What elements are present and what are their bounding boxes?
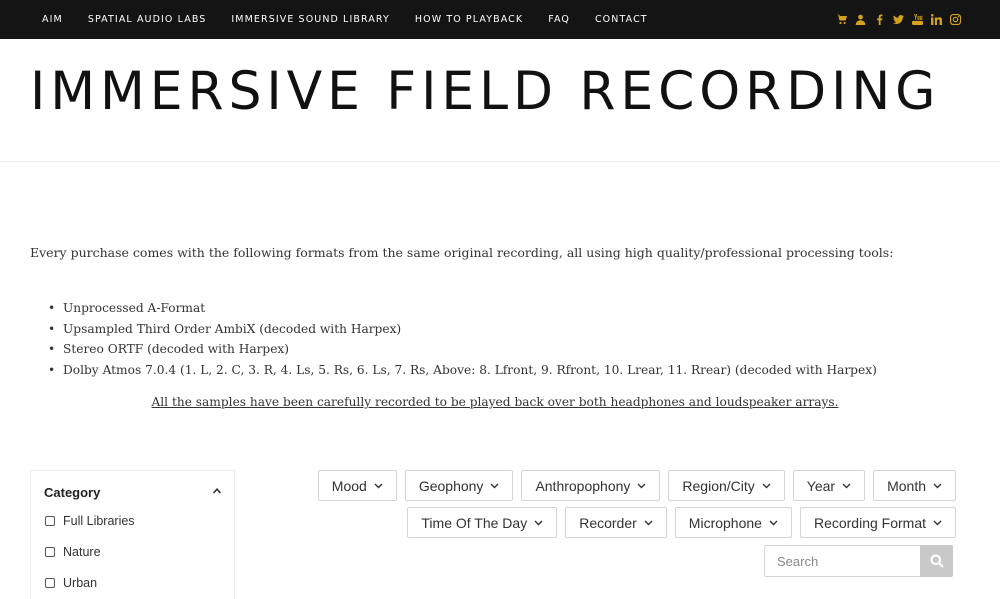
chevron-down-icon xyxy=(842,483,851,489)
site-title[interactable]: IMMERSIVE FIELD RECORDING xyxy=(30,61,952,122)
filter-label: Recorder xyxy=(579,514,637,531)
filter-year-dropdown[interactable]: Year xyxy=(792,470,866,501)
filter-geophony-dropdown[interactable]: Geophony xyxy=(404,470,514,501)
youtube-icon[interactable] xyxy=(911,13,924,26)
category-item-nature[interactable]: Nature xyxy=(45,545,101,559)
chevron-down-icon xyxy=(644,520,653,526)
checkbox[interactable] xyxy=(45,578,55,588)
chevron-down-icon xyxy=(490,483,499,489)
category-item-full-libraries[interactable]: Full Libraries xyxy=(45,514,135,528)
search-input[interactable] xyxy=(764,545,920,577)
filter-label: Anthropophony xyxy=(535,477,631,494)
filter-label: Mood xyxy=(331,477,367,494)
category-item-label: Nature xyxy=(63,545,101,559)
site-header: IMMERSIVE FIELD RECORDING xyxy=(0,39,1000,162)
nav-icons xyxy=(829,0,962,39)
category-item-label: Urban xyxy=(63,576,98,590)
twitter-icon[interactable] xyxy=(892,13,905,26)
filter-label: Month xyxy=(887,477,926,494)
chevron-down-icon xyxy=(637,483,646,489)
search-icon xyxy=(930,554,944,568)
chevron-down-icon xyxy=(933,483,942,489)
chevron-down-icon xyxy=(762,483,771,489)
linkedin-icon[interactable] xyxy=(930,13,943,26)
samples-note-link[interactable]: All the samples have been carefully reco… xyxy=(0,395,990,409)
filter-label: Geophony xyxy=(418,477,484,494)
nav-link-how-to-playback[interactable]: HOW TO PLAYBACK xyxy=(415,14,523,25)
filter-recorder-dropdown[interactable]: Recorder xyxy=(565,507,667,538)
checkbox[interactable] xyxy=(45,547,55,557)
category-item-urban[interactable]: Urban xyxy=(45,576,97,590)
filter-recording-format-dropdown[interactable]: Recording Format xyxy=(799,507,956,538)
top-nav-bar: AIM SPATIAL AUDIO LABS IMMERSIVE SOUND L… xyxy=(0,0,1000,39)
category-sidebar: Category Full Libraries Nature Urban xyxy=(30,470,235,599)
filter-label: Microphone xyxy=(688,514,762,531)
chevron-down-icon xyxy=(534,520,543,526)
filter-mood-dropdown[interactable]: Mood xyxy=(317,470,397,501)
search-box xyxy=(764,545,953,577)
filter-microphone-dropdown[interactable]: Microphone xyxy=(674,507,792,538)
filter-time-of-day-dropdown[interactable]: Time Of The Day xyxy=(407,507,558,538)
filter-label: Region/City xyxy=(682,477,755,494)
filter-anthropophony-dropdown[interactable]: Anthropophony xyxy=(521,470,661,501)
list-item: Unprocessed A-Format xyxy=(48,298,877,319)
filter-row-2: Time Of The Day Recorder Microphone Reco… xyxy=(399,507,956,538)
filter-label: Time Of The Day xyxy=(421,514,528,531)
category-title: Category xyxy=(44,484,101,500)
list-item: Upsampled Third Order AmbiX (decoded wit… xyxy=(48,319,877,340)
category-item-label: Full Libraries xyxy=(63,514,135,528)
filter-row-1: Mood Geophony Anthropophony Region/City … xyxy=(310,470,956,501)
filter-region-city-dropdown[interactable]: Region/City xyxy=(668,470,785,501)
facebook-icon[interactable] xyxy=(873,13,886,26)
intro-text: Every purchase comes with the following … xyxy=(30,245,894,260)
nav-links: AIM SPATIAL AUDIO LABS IMMERSIVE SOUND L… xyxy=(42,0,673,39)
nav-link-faq[interactable]: FAQ xyxy=(548,14,570,25)
filter-label: Year xyxy=(806,477,836,494)
list-item: Stereo ORTF (decoded with Harpex) xyxy=(48,339,877,360)
chevron-down-icon xyxy=(933,520,942,526)
formats-list: Unprocessed A-Format Upsampled Third Ord… xyxy=(48,298,877,381)
search-button[interactable] xyxy=(920,545,953,577)
nav-link-contact[interactable]: CONTACT xyxy=(595,14,648,25)
checkbox[interactable] xyxy=(45,516,55,526)
filter-month-dropdown[interactable]: Month xyxy=(873,470,956,501)
nav-link-immersive-sound-library[interactable]: IMMERSIVE SOUND LIBRARY xyxy=(231,14,389,25)
chevron-up-icon[interactable] xyxy=(212,483,222,501)
chevron-down-icon xyxy=(769,520,778,526)
nav-link-aim[interactable]: AIM xyxy=(42,14,63,25)
cart-icon[interactable] xyxy=(835,13,848,26)
nav-link-spatial-audio-labs[interactable]: SPATIAL AUDIO LABS xyxy=(88,14,207,25)
user-icon[interactable] xyxy=(854,13,867,26)
category-header[interactable]: Category xyxy=(44,484,222,500)
chevron-down-icon xyxy=(374,483,383,489)
filter-label: Recording Format xyxy=(813,514,926,531)
instagram-icon[interactable] xyxy=(949,13,962,26)
list-item: Dolby Atmos 7.0.4 (1. L, 2. C, 3. R, 4. … xyxy=(48,360,877,381)
